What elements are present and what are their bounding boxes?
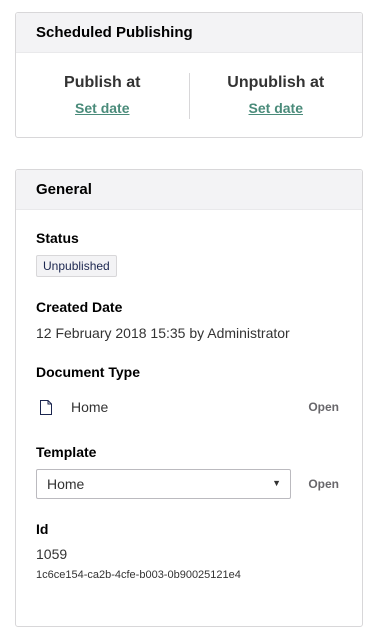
document-type-label: Document Type	[36, 364, 140, 380]
publish-at-column: Publish at Set date	[16, 74, 189, 118]
publish-at-label: Publish at	[64, 74, 141, 91]
guid-value: 1c6ce154-ca2b-4cfe-b003-0b90025121e4	[36, 569, 241, 581]
panel-title: General	[16, 170, 362, 210]
status-badge: Unpublished	[36, 255, 117, 277]
unpublish-set-date-link[interactable]: Set date	[249, 100, 303, 116]
template-label: Template	[36, 444, 97, 460]
document-icon	[40, 400, 52, 415]
created-date-value: 12 February 2018 15:35 by Administrator	[36, 325, 290, 341]
unpublish-at-column: Unpublish at Set date	[190, 74, 363, 118]
id-label: Id	[36, 521, 49, 537]
publish-set-date-link[interactable]: Set date	[75, 100, 129, 116]
document-type-value: Home	[71, 399, 109, 415]
document-type-open-link[interactable]: Open	[308, 400, 339, 414]
schedule-body: Publish at Set date Unpublish at Set dat…	[16, 53, 362, 139]
template-selected-value: Home	[47, 476, 85, 492]
status-label: Status	[36, 230, 79, 246]
created-date-label: Created Date	[36, 299, 123, 315]
caret-down-icon: ▼	[272, 478, 281, 488]
scheduled-publishing-panel: Scheduled Publishing Publish at Set date…	[15, 12, 363, 138]
panel-title: Scheduled Publishing	[16, 13, 362, 53]
general-panel: General Status Unpublished Created Date …	[15, 169, 363, 627]
template-open-link[interactable]: Open	[308, 477, 339, 491]
id-value: 1059	[36, 546, 68, 562]
template-select[interactable]: Home ▼	[36, 469, 291, 499]
unpublish-at-label: Unpublish at	[227, 74, 325, 91]
